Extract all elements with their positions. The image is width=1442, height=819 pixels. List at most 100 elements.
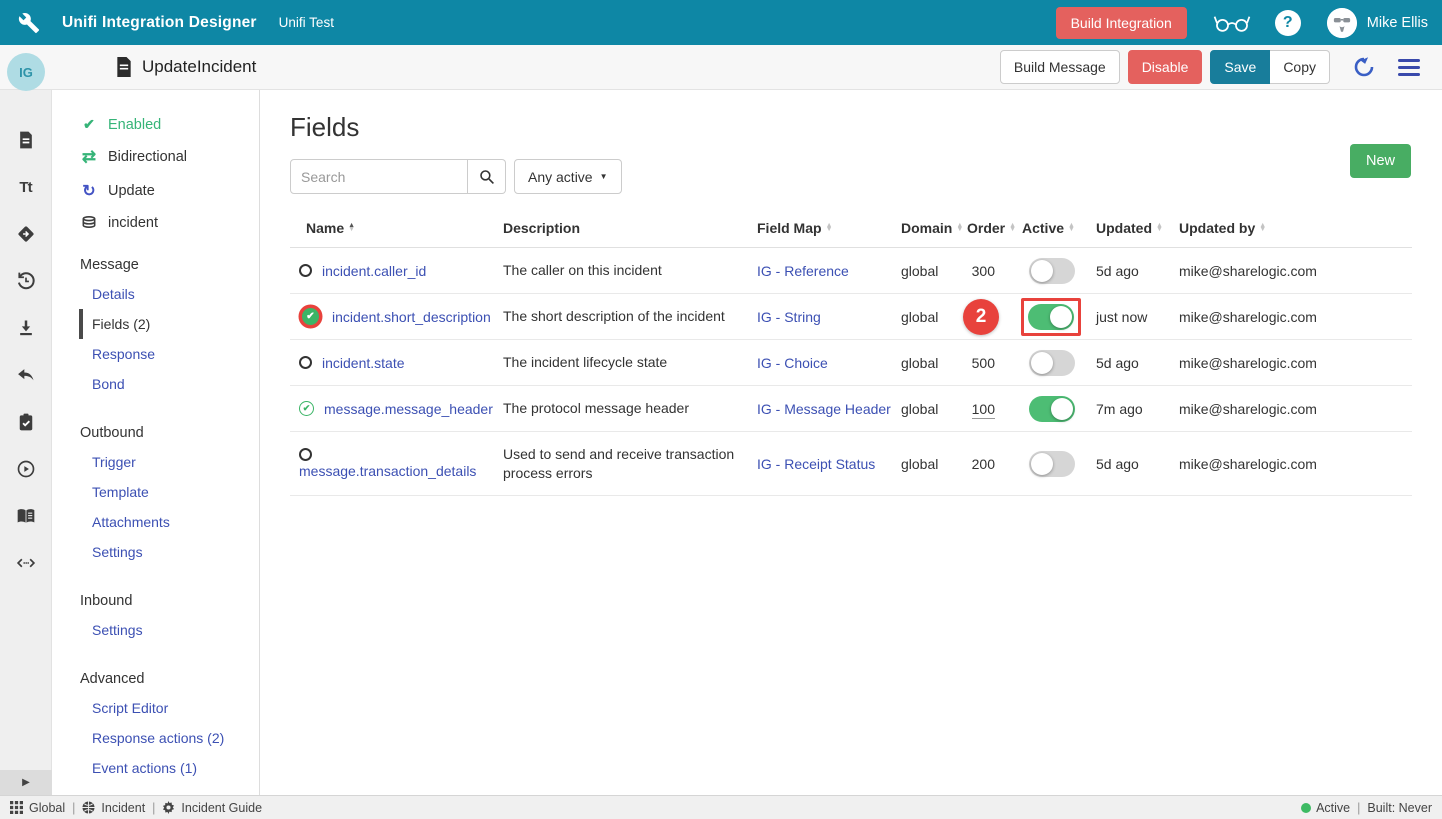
status-update-label: Update xyxy=(108,183,155,199)
column-header-updated-by[interactable]: Updated by▲▼ xyxy=(1179,220,1412,236)
column-header-description[interactable]: Description xyxy=(503,220,757,236)
status-incident-label: incident xyxy=(108,215,158,231)
fields-table: Name▲▼ Description Field Map▲▼ Domain▲▼ … xyxy=(290,208,1412,496)
active-toggle[interactable] xyxy=(1029,350,1075,376)
gear-icon xyxy=(162,801,175,814)
check-icon: ✔ xyxy=(80,116,98,133)
column-header-field-map[interactable]: Field Map▲▼ xyxy=(757,220,901,236)
active-filter-dropdown[interactable]: Any active ▼ xyxy=(514,159,622,194)
annotation-step-badge: 2 xyxy=(963,299,999,335)
field-domain: global xyxy=(901,355,967,371)
disable-button[interactable]: Disable xyxy=(1128,50,1203,84)
code-icon[interactable] xyxy=(16,553,36,573)
field-map-link[interactable]: IG - Message Header xyxy=(757,401,891,417)
help-icon[interactable]: ? xyxy=(1275,10,1301,36)
nav-item-inbound-settings[interactable]: Settings xyxy=(92,615,259,645)
download-icon[interactable] xyxy=(16,318,36,338)
build-message-button[interactable]: Build Message xyxy=(1000,50,1120,84)
expand-arrow-icon[interactable]: ▶ xyxy=(0,770,52,795)
nav-item-fields[interactable]: Fields (2) xyxy=(79,309,259,339)
field-map-link[interactable]: IG - Choice xyxy=(757,355,828,371)
active-toggle[interactable] xyxy=(1029,451,1075,477)
field-name-link[interactable]: incident.state xyxy=(322,355,405,371)
nav-item-response-actions[interactable]: Response actions (2) xyxy=(92,723,259,753)
document-icon[interactable] xyxy=(16,130,36,150)
nav-item-trigger[interactable]: Trigger xyxy=(92,447,259,477)
separator: | xyxy=(152,801,155,815)
glasses-icon[interactable] xyxy=(1213,12,1251,34)
chevron-down-icon: ▼ xyxy=(600,172,608,181)
app-selector[interactable]: Incident xyxy=(82,801,145,815)
docs-icon[interactable] xyxy=(16,506,36,526)
column-header-domain[interactable]: Domain▲▼ xyxy=(901,220,967,236)
active-toggle[interactable] xyxy=(1028,304,1074,330)
field-map-link[interactable]: IG - Reference xyxy=(757,263,849,279)
column-header-updated[interactable]: Updated▲▼ xyxy=(1096,220,1179,236)
app-title: Unifi Integration Designer xyxy=(62,14,257,32)
integration-avatar[interactable]: IG xyxy=(7,53,45,91)
field-updated: 7m ago xyxy=(1096,401,1179,417)
save-button[interactable]: Save xyxy=(1210,50,1270,84)
status-enabled-label: Enabled xyxy=(108,117,161,133)
toggle-knob xyxy=(1050,306,1072,328)
built-status-label: Built: Never xyxy=(1367,801,1432,815)
play-icon[interactable] xyxy=(16,459,36,479)
nav-item-script-editor[interactable]: Script Editor xyxy=(92,693,259,723)
scope-selector[interactable]: Global xyxy=(10,801,65,815)
unchecked-status-icon xyxy=(299,264,312,277)
guide-label: Incident Guide xyxy=(181,801,262,815)
tasks-icon[interactable] xyxy=(16,412,36,432)
active-toggle[interactable] xyxy=(1029,258,1075,284)
nav-item-outbound-settings[interactable]: Settings xyxy=(92,537,259,567)
app-label: Incident xyxy=(101,801,145,815)
active-toggle[interactable] xyxy=(1029,396,1075,422)
routing-icon[interactable] xyxy=(16,224,36,244)
search-button[interactable] xyxy=(468,159,506,194)
nav-item-response[interactable]: Response xyxy=(92,339,259,369)
nav-item-event-actions[interactable]: Event actions (1) xyxy=(92,753,259,783)
field-map-link[interactable]: IG - Receipt Status xyxy=(757,456,875,472)
nav-item-bond[interactable]: Bond xyxy=(92,369,259,399)
field-domain: global xyxy=(901,263,967,279)
save-copy-group: Save Copy xyxy=(1210,50,1330,84)
record-title: UpdateIncident xyxy=(142,57,256,77)
reply-icon[interactable] xyxy=(16,365,36,385)
status-enabled: ✔ Enabled xyxy=(80,116,259,133)
text-icon[interactable]: Tt xyxy=(16,177,36,197)
history-icon[interactable] xyxy=(16,271,36,291)
copy-button[interactable]: Copy xyxy=(1270,50,1330,84)
field-name-link[interactable]: incident.short_description xyxy=(332,309,491,325)
separator: | xyxy=(1357,801,1360,815)
field-name-link[interactable]: message.message_header xyxy=(324,401,493,417)
app-window: Unifi Integration Designer Unifi Test Bu… xyxy=(0,0,1442,819)
refresh-icon[interactable] xyxy=(1352,55,1376,79)
environment-name[interactable]: Unifi Test xyxy=(279,15,334,30)
icon-rail: Tt ▶ xyxy=(0,90,52,795)
guide-selector[interactable]: Incident Guide xyxy=(162,801,262,815)
search-input[interactable] xyxy=(290,159,468,194)
table-header-row: Name▲▼ Description Field Map▲▼ Domain▲▼ … xyxy=(290,208,1412,248)
field-name-link[interactable]: incident.caller_id xyxy=(322,263,426,279)
nav-item-details[interactable]: Details xyxy=(92,279,259,309)
status-bar: Global | Incident | Incident Guide Activ… xyxy=(0,795,1442,819)
user-avatar[interactable] xyxy=(1327,8,1357,38)
field-description: The short description of the incident xyxy=(503,307,757,326)
build-integration-button[interactable]: Build Integration xyxy=(1056,7,1187,39)
field-description: Used to send and receive transaction pro… xyxy=(503,445,757,483)
field-updated-by: mike@sharelogic.com xyxy=(1179,456,1412,472)
column-header-name[interactable]: Name▲▼ xyxy=(290,220,503,236)
nav-item-attachments[interactable]: Attachments xyxy=(92,507,259,537)
grid-icon xyxy=(10,801,23,814)
menu-icon[interactable] xyxy=(1398,59,1420,76)
sort-icon: ▲▼ xyxy=(1009,224,1016,231)
nav-item-template[interactable]: Template xyxy=(92,477,259,507)
user-name[interactable]: Mike Ellis xyxy=(1367,15,1428,31)
column-header-order[interactable]: Order▲▼ xyxy=(967,220,1022,236)
new-field-button[interactable]: New xyxy=(1350,144,1411,178)
field-map-link[interactable]: IG - String xyxy=(757,309,821,325)
column-header-active[interactable]: Active▲▼ xyxy=(1022,220,1096,236)
sort-icon: ▲▼ xyxy=(826,224,833,231)
field-order: 300 xyxy=(967,263,1022,279)
field-name-link[interactable]: message.transaction_details xyxy=(299,463,476,479)
sort-icon: ▲▼ xyxy=(956,224,963,231)
